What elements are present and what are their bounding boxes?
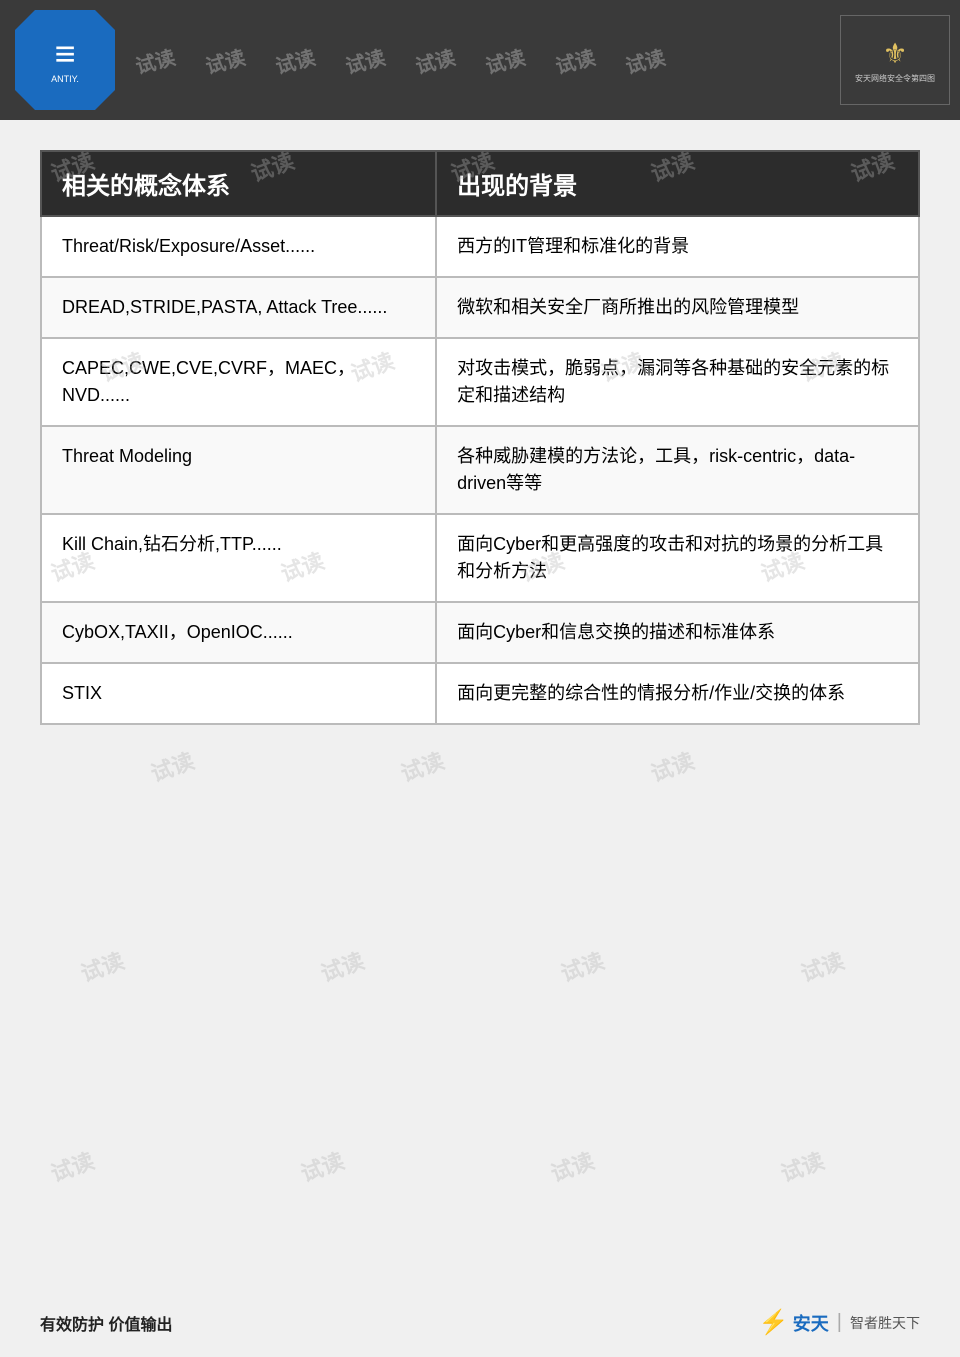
info-table: 相关的概念体系 出现的背景 Threat/Risk/Exposure/Asset… <box>40 150 920 725</box>
table-cell-col2: 西方的IT管理和标准化的背景 <box>436 216 919 277</box>
footer: 有效防护 价值输出 ⚡ 安天 | 智者胜天下 <box>0 1308 960 1337</box>
table-cell-col1: Threat/Risk/Exposure/Asset...... <box>41 216 436 277</box>
footer-left-text: 有效防护 价值输出 <box>40 1311 172 1335</box>
table-cell-col1: DREAD,STRIDE,PASTA, Attack Tree...... <box>41 277 436 338</box>
header-wm-4: 试读 <box>342 41 388 79</box>
table-cell-col2: 对攻击模式，脆弱点，漏洞等各种基础的安全元素的标定和描述结构 <box>436 338 919 426</box>
table-cell-col2: 面向Cyber和信息交换的描述和标准体系 <box>436 602 919 663</box>
footer-right: ⚡ 安天 | 智者胜天下 <box>759 1308 920 1337</box>
watermark-21: 试读 <box>46 1143 98 1188</box>
header-wm-7: 试读 <box>552 41 598 79</box>
watermark-18: 试读 <box>316 943 368 988</box>
footer-slogan: 智者胜天下 <box>850 1313 920 1333</box>
footer-divider: | <box>837 1311 842 1334</box>
header-wm-3: 试读 <box>272 41 318 79</box>
right-logo-subtitle: 安天网络安全令第四图 <box>855 73 935 84</box>
table-row: DREAD,STRIDE,PASTA, Attack Tree......微软和… <box>41 277 919 338</box>
header-watermarks: 试读 试读 试读 试读 试读 试读 试读 试读 <box>115 46 840 75</box>
header-wm-2: 试读 <box>202 41 248 79</box>
watermark-23: 试读 <box>546 1143 598 1188</box>
header-wm-8: 试读 <box>622 41 668 79</box>
table-row: Threat Modeling各种威胁建模的方法论，工具，risk-centri… <box>41 426 919 514</box>
watermark-22: 试读 <box>296 1143 348 1188</box>
footer-logo-icon: ⚡ <box>759 1308 789 1337</box>
col2-header: 出现的背景 <box>436 151 919 216</box>
header-right-logo: ⚜ 安天网络安全令第四图 <box>840 15 950 105</box>
watermark-24: 试读 <box>776 1143 828 1188</box>
main-content: 相关的概念体系 出现的背景 Threat/Risk/Exposure/Asset… <box>0 120 960 785</box>
table-cell-col2: 面向更完整的综合性的情报分析/作业/交换的体系 <box>436 663 919 724</box>
right-logo-icon: ⚜ <box>882 37 907 70</box>
footer-logo-box: ⚡ 安天 <box>759 1308 829 1337</box>
footer-brand: 安天 <box>793 1310 829 1336</box>
logo: ≡ ANTIY. <box>15 10 115 110</box>
col1-header: 相关的概念体系 <box>41 151 436 216</box>
table-row: CAPEC,CWE,CVE,CVRF，MAEC，NVD......对攻击模式，脆… <box>41 338 919 426</box>
header-wm-1: 试读 <box>132 41 178 79</box>
table-cell-col1: Threat Modeling <box>41 426 436 514</box>
watermark-20: 试读 <box>796 943 848 988</box>
watermark-19: 试读 <box>556 943 608 988</box>
table-cell-col2: 面向Cyber和更高强度的攻击和对抗的场景的分析工具和分析方法 <box>436 514 919 602</box>
logo-text: ANTIY. <box>51 74 79 84</box>
header-wm-6: 试读 <box>482 41 528 79</box>
table-cell-col2: 各种威胁建模的方法论，工具，risk-centric，data-driven等等 <box>436 426 919 514</box>
table-cell-col2: 微软和相关安全厂商所推出的风险管理模型 <box>436 277 919 338</box>
header: ≡ ANTIY. 试读 试读 试读 试读 试读 试读 试读 试读 ⚜ 安天网络安… <box>0 0 960 120</box>
table-row: Threat/Risk/Exposure/Asset......西方的IT管理和… <box>41 216 919 277</box>
header-wm-5: 试读 <box>412 41 458 79</box>
table-cell-col1: Kill Chain,钻石分析,TTP...... <box>41 514 436 602</box>
table-row: CybOX,TAXII，OpenIOC......面向Cyber和信息交换的描述… <box>41 602 919 663</box>
table-cell-col1: STIX <box>41 663 436 724</box>
table-cell-col1: CybOX,TAXII，OpenIOC...... <box>41 602 436 663</box>
table-row: STIX面向更完整的综合性的情报分析/作业/交换的体系 <box>41 663 919 724</box>
watermark-17: 试读 <box>76 943 128 988</box>
table-row: Kill Chain,钻石分析,TTP......面向Cyber和更高强度的攻击… <box>41 514 919 602</box>
table-cell-col1: CAPEC,CWE,CVE,CVRF，MAEC，NVD...... <box>41 338 436 426</box>
logo-symbol: ≡ <box>54 36 75 72</box>
